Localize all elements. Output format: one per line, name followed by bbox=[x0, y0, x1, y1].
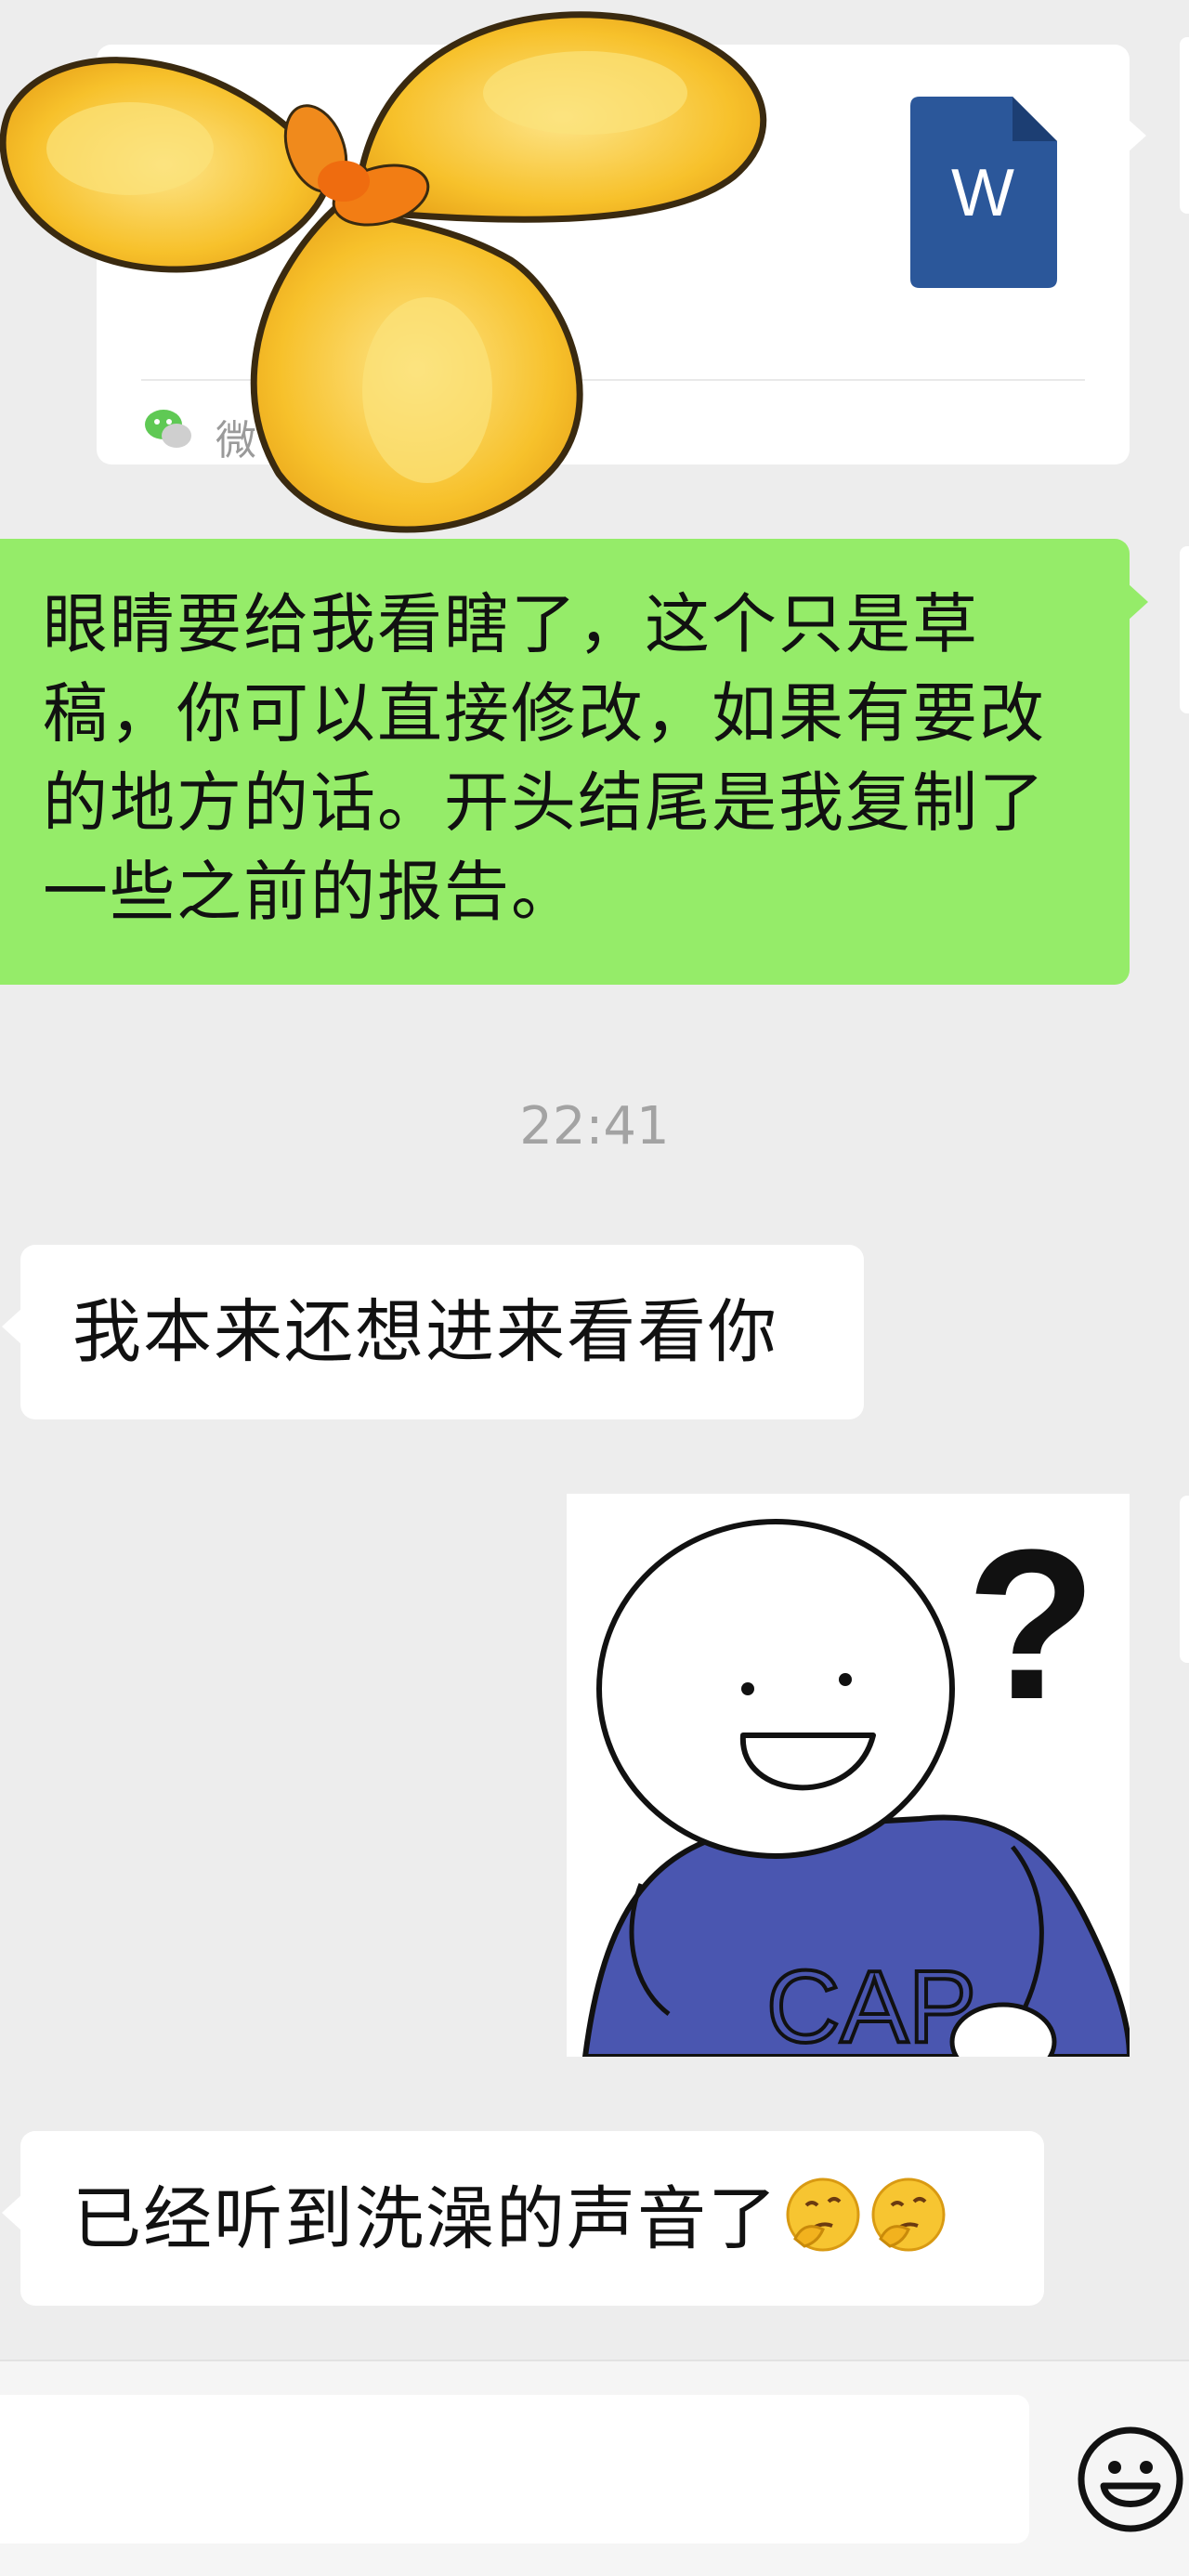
file-source-label: 微 bbox=[216, 417, 256, 464]
hoodie-text: CAP bbox=[766, 1950, 976, 2057]
outgoing-message-bubble[interactable]: 眼睛要给我看瞎了，这个只是草稿，你可以直接修改，如果有要改的地方的话。开头结尾是… bbox=[0, 539, 1148, 985]
smiley-icon[interactable] bbox=[1076, 2425, 1185, 2534]
message-input[interactable] bbox=[0, 2395, 1029, 2543]
bubble-tail bbox=[1128, 583, 1148, 621]
incoming-message-text: 已经听到洗澡的声音了 bbox=[72, 2174, 992, 2264]
bubble-tail bbox=[1128, 119, 1146, 152]
offscreen-bubble-edge bbox=[1180, 546, 1189, 713]
thinking-face-emoji bbox=[782, 2174, 864, 2256]
card-divider bbox=[141, 379, 1085, 381]
thinking-face-emoji bbox=[868, 2174, 949, 2256]
incoming-message-text: 我本来还想进来看看你 bbox=[72, 1292, 778, 1372]
incoming-message-bubble[interactable]: 已经听到洗澡的声音了 bbox=[2, 2131, 1044, 2306]
question-mark: ? bbox=[966, 1505, 1097, 1744]
bubble-tail bbox=[2, 1308, 22, 1345]
offscreen-bubble-edge bbox=[1180, 1496, 1189, 1663]
file-message-card[interactable]: W 微 bbox=[97, 45, 1146, 464]
word-icon-letter: W bbox=[951, 156, 1014, 230]
wechat-icon bbox=[141, 402, 195, 456]
chat-area: W 微 眼睛要给我看瞎了，这个只是草稿，你可以直接修改，如果有要改的地方的话。开… bbox=[0, 0, 1189, 2360]
bubble-tail bbox=[2, 2194, 22, 2231]
incoming-message-bubble[interactable]: 我本来还想进来看看你 bbox=[2, 1245, 864, 1419]
offscreen-bubble-edge bbox=[1180, 37, 1189, 214]
sticker-image-message[interactable]: CAP ? bbox=[567, 1494, 1130, 2057]
message-timestamp: 22:41 bbox=[519, 1096, 670, 1157]
outgoing-message-text: 眼睛要给我看瞎了，这个只是草稿，你可以直接修改，如果有要改的地方的话。开头结尾是… bbox=[43, 586, 1046, 930]
word-document-icon: W bbox=[910, 97, 1057, 288]
input-bar bbox=[0, 2360, 1189, 2576]
